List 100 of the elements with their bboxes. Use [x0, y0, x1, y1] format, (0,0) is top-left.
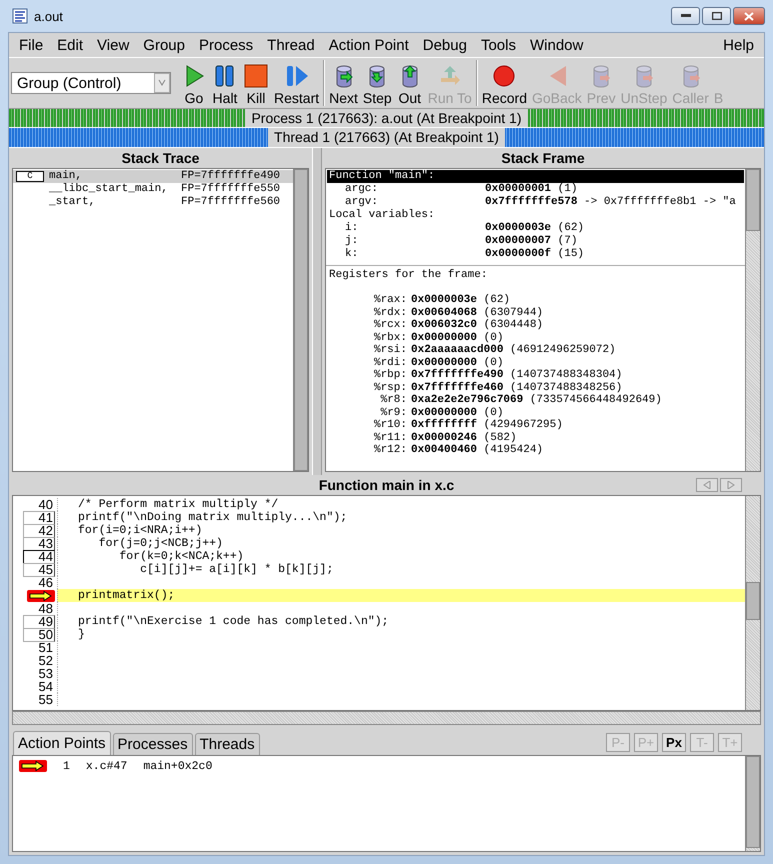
register-value: 0x0000003e (62): [411, 294, 512, 306]
register-name: %r11:: [372, 432, 407, 444]
minimize-icon: [680, 14, 690, 18]
line-number: 40: [38, 498, 54, 512]
register-name: %rsp:: [372, 382, 407, 394]
line-number[interactable]: 43: [23, 536, 55, 550]
group-dropdown[interactable]: Group (Control): [11, 72, 171, 94]
vertical-scrollbar[interactable]: [293, 169, 308, 471]
menu-item[interactable]: Thread: [260, 36, 322, 54]
toolbar-button[interactable]: Kill: [241, 64, 271, 106]
tab[interactable]: Processes: [112, 733, 193, 755]
register-name: %rbx:: [372, 332, 407, 344]
register-name: %rdi:: [372, 356, 407, 369]
process-thread-button[interactable]: Px: [662, 732, 686, 752]
menu-item[interactable]: Window: [522, 36, 590, 54]
close-button[interactable]: [733, 7, 765, 25]
line-number: 54: [38, 680, 54, 694]
register-value: 0x00604068 (6307944): [411, 306, 544, 319]
menu-item[interactable]: Help: [716, 36, 761, 54]
back-button[interactable]: [696, 478, 718, 492]
frame-pointer: FP=7fffffffe490: [181, 170, 282, 183]
menu-item[interactable]: Tools: [474, 36, 523, 54]
line-number: 53: [38, 666, 54, 680]
window-title: a.out: [34, 8, 63, 24]
register-name: %r10:: [372, 419, 407, 432]
function-name: _start,: [49, 196, 96, 209]
code-line: }: [78, 628, 85, 641]
language-tag: C: [16, 171, 44, 182]
toolbar-button[interactable]: Restart: [272, 64, 322, 106]
code-line: /* Perform matrix multiply */: [78, 498, 278, 511]
app-icon: [12, 8, 28, 24]
code-line: printf("\nDoing matrix multiply...\n");: [78, 511, 348, 524]
tab[interactable]: Threads: [194, 733, 260, 755]
toolbar-button[interactable]: Next: [327, 64, 360, 106]
line-number[interactable]: 45: [23, 562, 55, 576]
source-title: Function main in x.c: [318, 477, 454, 493]
toolbar-button[interactable]: Record: [480, 64, 529, 106]
parameter-name: argv:: [345, 196, 380, 209]
menu-item[interactable]: Process: [192, 36, 260, 54]
toolbar-button[interactable]: Go: [179, 64, 209, 106]
register-name: %rax:: [372, 294, 407, 306]
minimize-button[interactable]: [671, 7, 700, 25]
section-label: Registers for the frame:: [328, 269, 488, 282]
menu-item[interactable]: Edit: [50, 36, 90, 54]
stack-frame-row[interactable]: _start, FP=7fffffffe560: [13, 196, 293, 209]
register-value: 0x00000246 (582): [411, 432, 518, 444]
pane-title: Stack Trace: [120, 149, 200, 168]
register-value: 0x00000000 (0): [411, 332, 504, 344]
menu-item[interactable]: Debug: [416, 36, 474, 54]
menu-item[interactable]: File: [12, 36, 50, 54]
vertical-scrollbar[interactable]: [745, 756, 760, 851]
maximize-button[interactable]: [702, 7, 731, 25]
register-name: %rcx:: [372, 319, 407, 332]
variable-value: 0x0000003e (62): [485, 222, 586, 235]
function-name: __libc_start_main,: [49, 183, 169, 196]
parameter-name: argc:: [345, 183, 380, 196]
maximize-icon: [712, 12, 722, 20]
register-value: 0x00000000 (0): [411, 356, 504, 368]
pane-splitter[interactable]: [312, 148, 322, 475]
code-line: for(k=0;k<NCA;k++): [118, 550, 244, 563]
thread-status-text: Thread 1 (217663) (At Breakpoint 1): [268, 128, 505, 147]
forward-button[interactable]: [720, 478, 742, 492]
menu-item[interactable]: View: [90, 36, 136, 54]
line-number: 55: [38, 692, 54, 706]
line-number: 48: [38, 602, 54, 616]
menu-item[interactable]: Action Point: [322, 36, 416, 54]
toolbar-button[interactable]: Step: [360, 64, 394, 106]
variable-value: 0x0000000f (15): [485, 248, 586, 261]
vertical-scrollbar[interactable]: [745, 169, 760, 471]
pane-title: Stack Frame: [500, 149, 586, 168]
line-number[interactable]: 42: [23, 524, 55, 538]
frame-pointer: FP=7fffffffe550: [181, 183, 282, 196]
left-triangle-icon: [703, 481, 711, 489]
function-header: Function "main":: [327, 170, 744, 183]
register-value: 0xa2e2e2e796c7069 (733574566448492649): [411, 394, 663, 406]
action-point-id: 1: [63, 760, 70, 772]
variable-name: j:: [345, 235, 360, 248]
parameter-value: 0x7fffffffe578 -> 0x7fffffffe8b1 -> "a: [485, 196, 737, 209]
tab[interactable]: Action Points: [13, 731, 111, 755]
stack-frame-row[interactable]: __libc_start_main, FP=7fffffffe550: [13, 183, 293, 196]
stack-frame-row[interactable]: C main, FP=7fffffffe490: [13, 170, 293, 183]
register-value: 0x7fffffffe460 (140737488348256): [411, 382, 624, 394]
register-name: %rsi:: [372, 344, 407, 356]
record-icon: [491, 64, 518, 88]
section-label: Local variables:: [328, 209, 436, 222]
line-number[interactable]: 44: [23, 550, 55, 564]
code-line: c[i][j]+= a[i][k] * b[k][j];: [139, 563, 334, 576]
line-number[interactable]: 41: [23, 510, 55, 524]
horizontal-scrollbar[interactable]: [12, 711, 761, 725]
line-number: 46: [38, 576, 54, 590]
menu-item[interactable]: Group: [136, 36, 192, 54]
variable-value: 0x00000007 (7): [485, 235, 578, 248]
variable-name: i:: [345, 222, 360, 235]
frame-pointer: FP=7fffffffe560: [181, 196, 282, 209]
toolbar-button[interactable]: Out: [394, 64, 425, 106]
line-number[interactable]: 49: [23, 614, 55, 628]
line-number[interactable]: 50: [23, 628, 55, 642]
register-name: %r9:: [380, 406, 407, 419]
toolbar-button[interactable]: Halt: [210, 64, 240, 106]
vertical-scrollbar[interactable]: [745, 496, 760, 710]
